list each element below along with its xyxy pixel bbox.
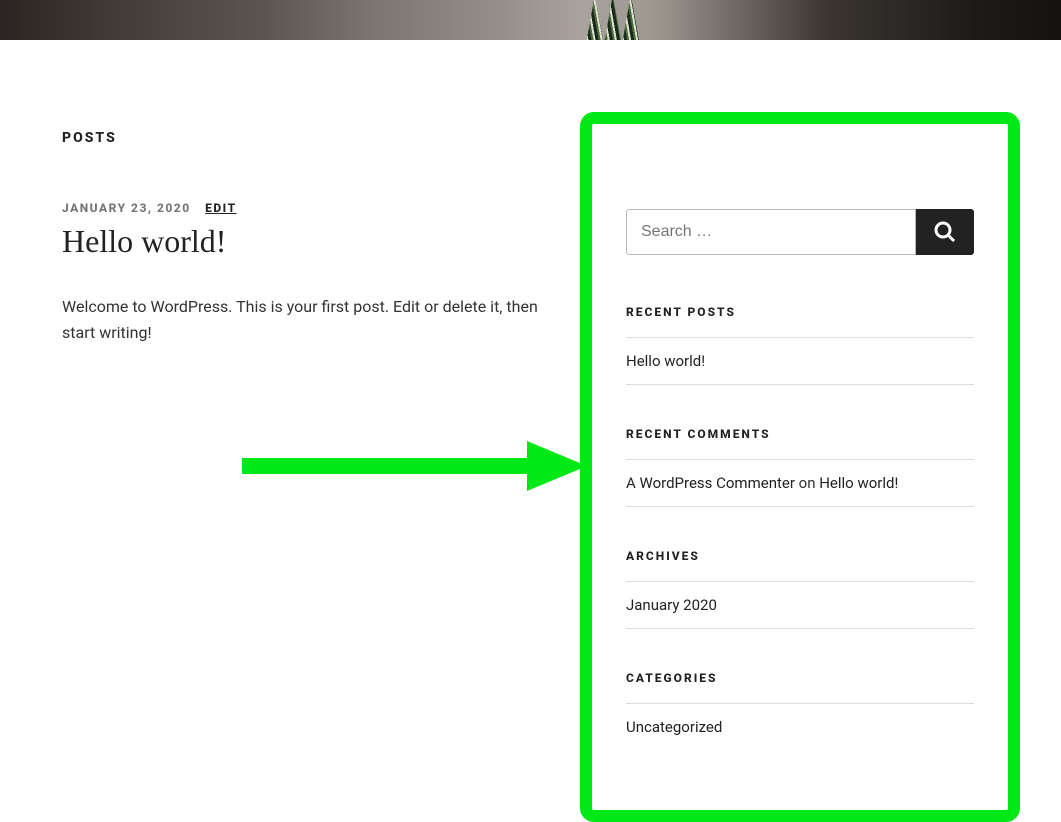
- recent-posts-title: RECENT POSTS: [626, 305, 974, 319]
- recent-comments-widget: RECENT COMMENTS A WordPress Commenter on…: [626, 427, 974, 507]
- comment-author-link[interactable]: A WordPress Commenter: [626, 474, 795, 492]
- main-column: POSTS JANUARY 23, 2020 EDIT Hello world!…: [0, 70, 580, 822]
- post-title-link[interactable]: Hello world!: [62, 223, 226, 259]
- search-widget: [626, 209, 974, 255]
- recent-comment-item: A WordPress Commenter on Hello world!: [626, 459, 974, 507]
- archives-title: ARCHIVES: [626, 549, 974, 563]
- recent-posts-widget: RECENT POSTS Hello world!: [626, 305, 974, 385]
- archive-link[interactable]: January 2020: [626, 596, 717, 614]
- post-meta: JANUARY 23, 2020 EDIT: [62, 201, 560, 215]
- archive-item: January 2020: [626, 581, 974, 629]
- recent-post-link[interactable]: Hello world!: [626, 352, 705, 370]
- content-wrap: POSTS JANUARY 23, 2020 EDIT Hello world!…: [0, 40, 1061, 822]
- search-button[interactable]: [916, 209, 974, 255]
- post-edit-link[interactable]: EDIT: [205, 201, 236, 215]
- posts-heading: POSTS: [62, 130, 560, 146]
- comment-on-text: on: [799, 474, 816, 492]
- category-item: Uncategorized: [626, 703, 974, 750]
- comment-post-link[interactable]: Hello world!: [819, 474, 898, 492]
- hero-banner: [0, 0, 1061, 40]
- recent-post-item: Hello world!: [626, 337, 974, 385]
- post-date-link[interactable]: JANUARY 23, 2020: [62, 201, 191, 215]
- categories-title: CATEGORIES: [626, 671, 974, 685]
- sidebar: RECENT POSTS Hello world! RECENT COMMENT…: [580, 112, 1020, 822]
- post-title[interactable]: Hello world!: [62, 223, 560, 260]
- recent-comments-title: RECENT COMMENTS: [626, 427, 974, 441]
- archives-widget: ARCHIVES January 2020: [626, 549, 974, 629]
- post-excerpt: Welcome to WordPress. This is your first…: [62, 294, 560, 345]
- search-input[interactable]: [626, 209, 916, 255]
- category-link[interactable]: Uncategorized: [626, 718, 722, 736]
- search-icon: [933, 220, 957, 244]
- categories-widget: CATEGORIES Uncategorized: [626, 671, 974, 750]
